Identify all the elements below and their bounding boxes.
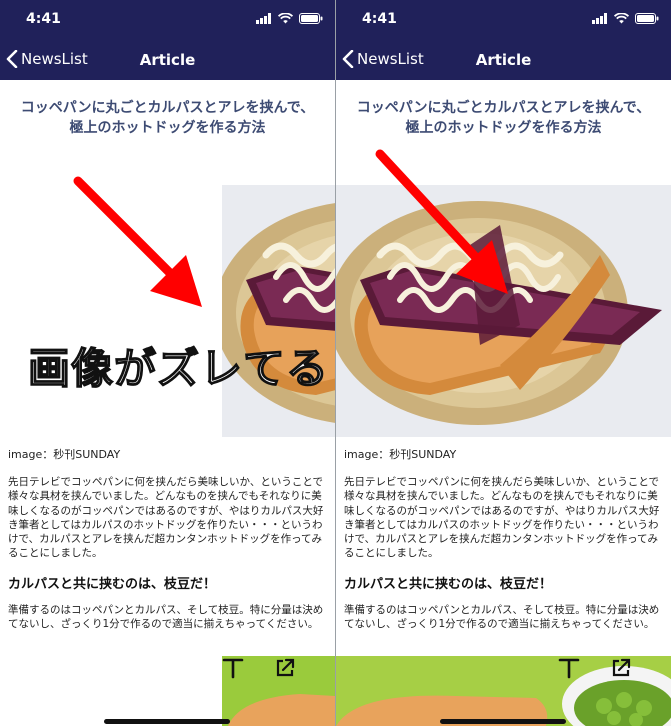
battery-icon	[635, 13, 659, 24]
image-credit: image：秒刊SUNDAY	[344, 448, 457, 461]
wifi-icon	[278, 13, 293, 24]
article-headline: コッペパンに丸ごとカルパスとアレを挟んで、極上のホットドッグを作る方法	[20, 100, 315, 136]
article-paragraph-1: 先日テレビでコッペパンに何を挟んだら美味しいか、ということで様々な具材を挟んでい…	[8, 476, 324, 560]
share-external-icon[interactable]	[274, 657, 296, 679]
battery-icon	[299, 13, 323, 24]
article-headline: コッペパンに丸ごとカルパスとアレを挟んで、極上のホットドッグを作る方法	[356, 100, 651, 136]
text-format-icon[interactable]	[222, 657, 244, 679]
red-arrow-icon	[73, 176, 202, 307]
article-paragraph-2: 準備するのはコッペパンとカルパス、そして枝豆。特に分量は決めてないし、ざっくり1…	[8, 604, 324, 631]
article-paragraph-1: 先日テレビでコッペパンに何を挟んだら美味しいか、ということで様々な具材を挟んでい…	[344, 476, 660, 560]
article-subheading: カルパスと共に挟むのは、枝豆だ！	[8, 577, 217, 592]
nav-title: Article	[475, 51, 532, 69]
signal-icon	[592, 13, 607, 24]
image-credit: image：秒刊SUNDAY	[8, 448, 121, 461]
signal-icon	[256, 13, 271, 24]
phone-screen-left: 4:41 NewsList Article コッペパンに丸ごとカルパスとアレを挟…	[0, 0, 335, 726]
wifi-icon	[614, 13, 629, 24]
status-time: 4:41	[362, 11, 397, 27]
navigation-bar: NewsList Article	[336, 40, 671, 80]
article-subheading: カルパスと共に挟むのは、枝豆だ！	[344, 577, 553, 592]
home-indicator[interactable]	[104, 719, 230, 724]
status-icons	[592, 13, 659, 24]
share-external-icon[interactable]	[610, 657, 632, 679]
status-time: 4:41	[26, 11, 61, 27]
navigation-bar: NewsList Article	[0, 40, 335, 80]
text-format-icon[interactable]	[558, 657, 580, 679]
overlay-caption: 画像がズレてる	[27, 343, 330, 393]
red-arrow-icon	[375, 149, 508, 294]
status-bar: 4:41	[0, 0, 335, 40]
article-content[interactable]: コッペパンに丸ごとカルパスとアレを挟んで、極上のホットドッグを作る方法	[336, 80, 671, 726]
home-indicator[interactable]	[440, 719, 566, 724]
article-paragraph-2: 準備するのはコッペパンとカルパス、そして枝豆。特に分量は決めてないし、ざっくり1…	[344, 604, 660, 631]
nav-title: Article	[139, 51, 196, 69]
status-icons	[256, 13, 323, 24]
article-toolbar	[558, 657, 632, 679]
article-toolbar	[222, 657, 296, 679]
phone-screen-right: 4:41 NewsList Article コッペパンに丸ごとカルパスとアレを挟…	[336, 0, 671, 726]
status-bar: 4:41	[336, 0, 671, 40]
article-content[interactable]: コッペパンに丸ごとカルパスとアレを挟んで、極上のホットドッグを作る方法	[0, 80, 335, 726]
